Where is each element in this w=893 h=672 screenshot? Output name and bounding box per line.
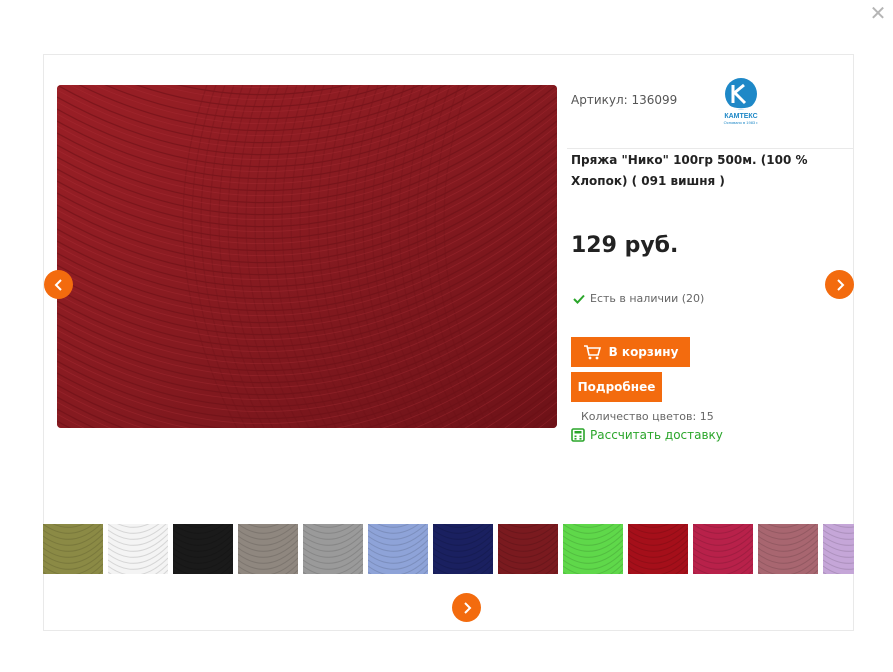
color-swatch[interactable]: [758, 524, 818, 574]
next-swatches-button[interactable]: [452, 593, 481, 622]
color-swatch[interactable]: [368, 524, 428, 574]
calculate-delivery-label: Рассчитать доставку: [590, 428, 723, 442]
brand-logo: КАМТЕКС Основано в 1983 г.: [716, 75, 766, 125]
colors-count: Количество цветов: 15: [581, 410, 714, 423]
stock-status: Есть в наличии (20): [573, 292, 704, 305]
product-price: 129 руб.: [571, 233, 679, 258]
add-to-cart-button[interactable]: В корзину: [571, 337, 690, 367]
article-number: Артикул: 136099: [571, 93, 678, 107]
logo-subtext: Основано в 1983 г.: [724, 120, 759, 125]
yarn-texture: [57, 85, 557, 428]
product-title: Пряжа "Нико" 100гр 500м. (100 % Хлопок) …: [571, 153, 808, 188]
color-swatch[interactable]: [433, 524, 493, 574]
color-swatch[interactable]: [628, 524, 688, 574]
chevron-right-icon: [463, 601, 471, 614]
color-swatch[interactable]: [43, 524, 103, 574]
color-swatch-strip: [43, 524, 854, 574]
color-swatch[interactable]: [238, 524, 298, 574]
color-swatch[interactable]: [693, 524, 753, 574]
check-icon: [573, 294, 585, 304]
details-label: Подробнее: [577, 380, 656, 394]
calculator-icon: [571, 428, 585, 442]
stock-text: Есть в наличии (20): [590, 292, 705, 305]
divider: [567, 148, 854, 149]
calculate-delivery-link[interactable]: Рассчитать доставку: [571, 428, 723, 442]
cart-icon: [583, 345, 601, 360]
details-button[interactable]: Подробнее: [571, 372, 662, 402]
color-swatch[interactable]: [173, 524, 233, 574]
product-image: [57, 85, 557, 428]
color-swatch[interactable]: [303, 524, 363, 574]
next-image-button[interactable]: [825, 270, 854, 299]
chevron-right-icon: [836, 278, 844, 291]
color-swatch[interactable]: [823, 524, 854, 574]
color-swatch[interactable]: [108, 524, 168, 574]
add-to-cart-label: В корзину: [608, 345, 679, 359]
color-swatch[interactable]: [498, 524, 558, 574]
close-icon[interactable]: ✕: [868, 3, 888, 23]
color-swatch[interactable]: [563, 524, 623, 574]
chevron-left-icon: [54, 278, 62, 291]
logo-text: КАМТЕКС: [724, 113, 757, 120]
prev-image-button[interactable]: [44, 270, 73, 299]
